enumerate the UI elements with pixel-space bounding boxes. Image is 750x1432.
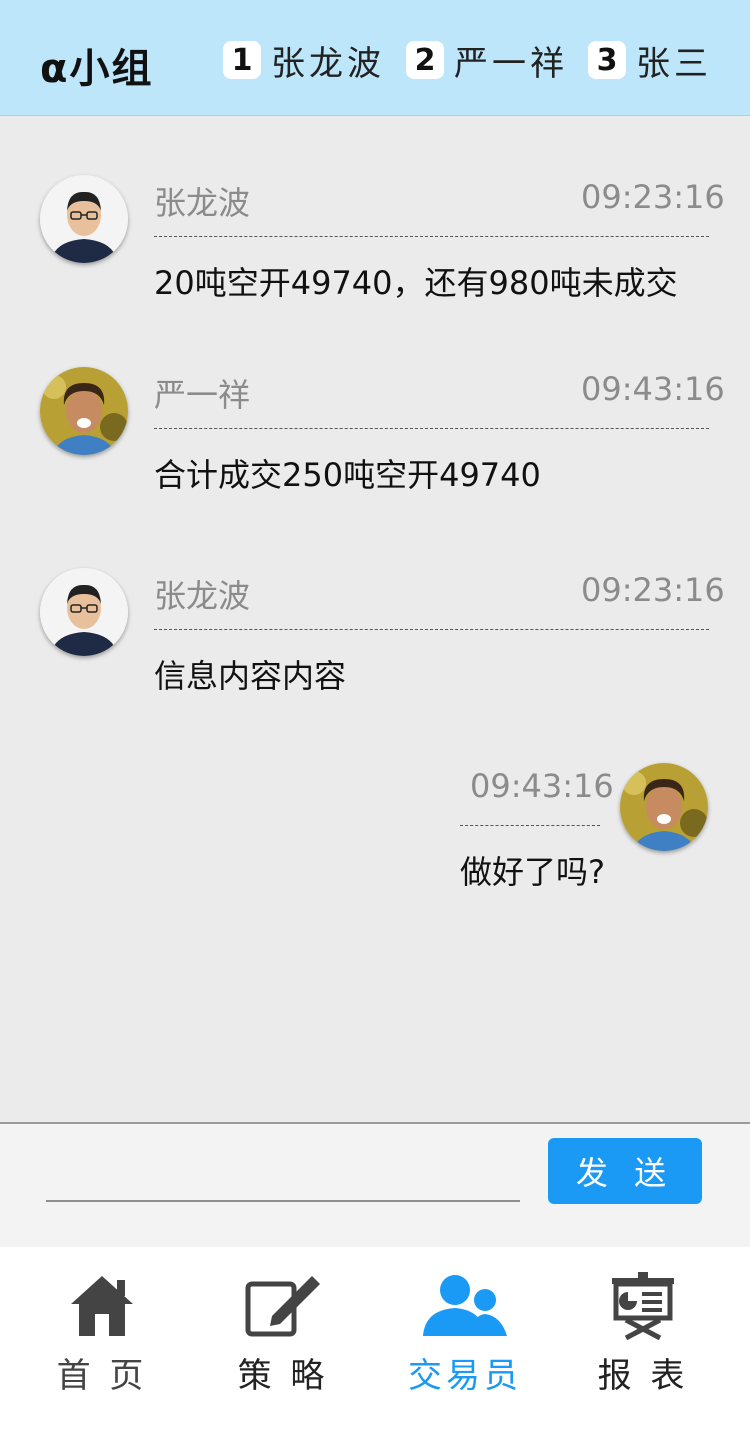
tab-label: 策 略	[237, 1356, 329, 1396]
message-sender: 严一祥	[154, 376, 251, 414]
input-underline	[46, 1200, 520, 1202]
tab-home[interactable]: 首 页	[22, 1270, 182, 1397]
message-divider	[154, 236, 709, 237]
group-title: α小组	[40, 46, 154, 92]
member-1[interactable]: 1 张龙波	[223, 40, 385, 84]
member-name: 张三	[636, 43, 712, 84]
avatar[interactable]	[620, 763, 708, 851]
message-text: 做好了吗?	[460, 853, 605, 891]
member-name: 严一祥	[454, 43, 568, 84]
tab-report[interactable]: 报 表	[563, 1270, 723, 1397]
send-button[interactable]: 发 送	[548, 1138, 702, 1204]
message-sender: 张龙波	[154, 184, 251, 222]
message-time: 09:43:16	[470, 767, 614, 805]
member-3[interactable]: 3 张三	[588, 40, 712, 84]
message-time: 09:43:16	[581, 370, 725, 408]
tab-traders[interactable]: 交易员	[385, 1270, 545, 1397]
asian-man-glasses-avatar-icon	[40, 175, 128, 263]
app-header: α小组 1 张龙波 2 严一祥 3 张三	[0, 0, 750, 116]
member-name: 张龙波	[271, 43, 385, 84]
message-input[interactable]	[46, 1150, 524, 1200]
avatar[interactable]	[40, 175, 128, 263]
tab-label: 报 表	[597, 1356, 689, 1396]
member-rank-badge: 2	[406, 41, 444, 79]
tab-label: 首 页	[56, 1356, 148, 1396]
asian-man-glasses-avatar-icon	[40, 568, 128, 656]
edit-icon	[245, 1276, 320, 1337]
member-rank-badge: 1	[223, 41, 261, 79]
message-time: 09:23:16	[581, 178, 725, 216]
avatar[interactable]	[40, 568, 128, 656]
home-icon	[71, 1276, 133, 1336]
message-divider	[460, 825, 600, 826]
member-rank-badge: 3	[588, 41, 626, 79]
message-divider	[154, 629, 709, 630]
member-2[interactable]: 2 严一祥	[406, 40, 568, 84]
curly-hair-man-avatar-icon	[620, 763, 708, 851]
tab-label: 交易员	[408, 1356, 522, 1396]
tab-strategy[interactable]: 策 略	[203, 1270, 363, 1397]
message-time: 09:23:16	[581, 571, 725, 609]
message-divider	[154, 428, 709, 429]
curly-hair-man-avatar-icon	[40, 367, 128, 455]
message-text: 合计成交250吨空开49740	[154, 456, 541, 494]
message-sender: 张龙波	[154, 577, 251, 615]
avatar[interactable]	[40, 367, 128, 455]
traders-icon	[423, 1275, 507, 1336]
message-text: 20吨空开49740，还有980吨未成交	[154, 264, 678, 302]
report-icon	[612, 1272, 674, 1340]
message-text: 信息内容内容	[154, 657, 347, 695]
